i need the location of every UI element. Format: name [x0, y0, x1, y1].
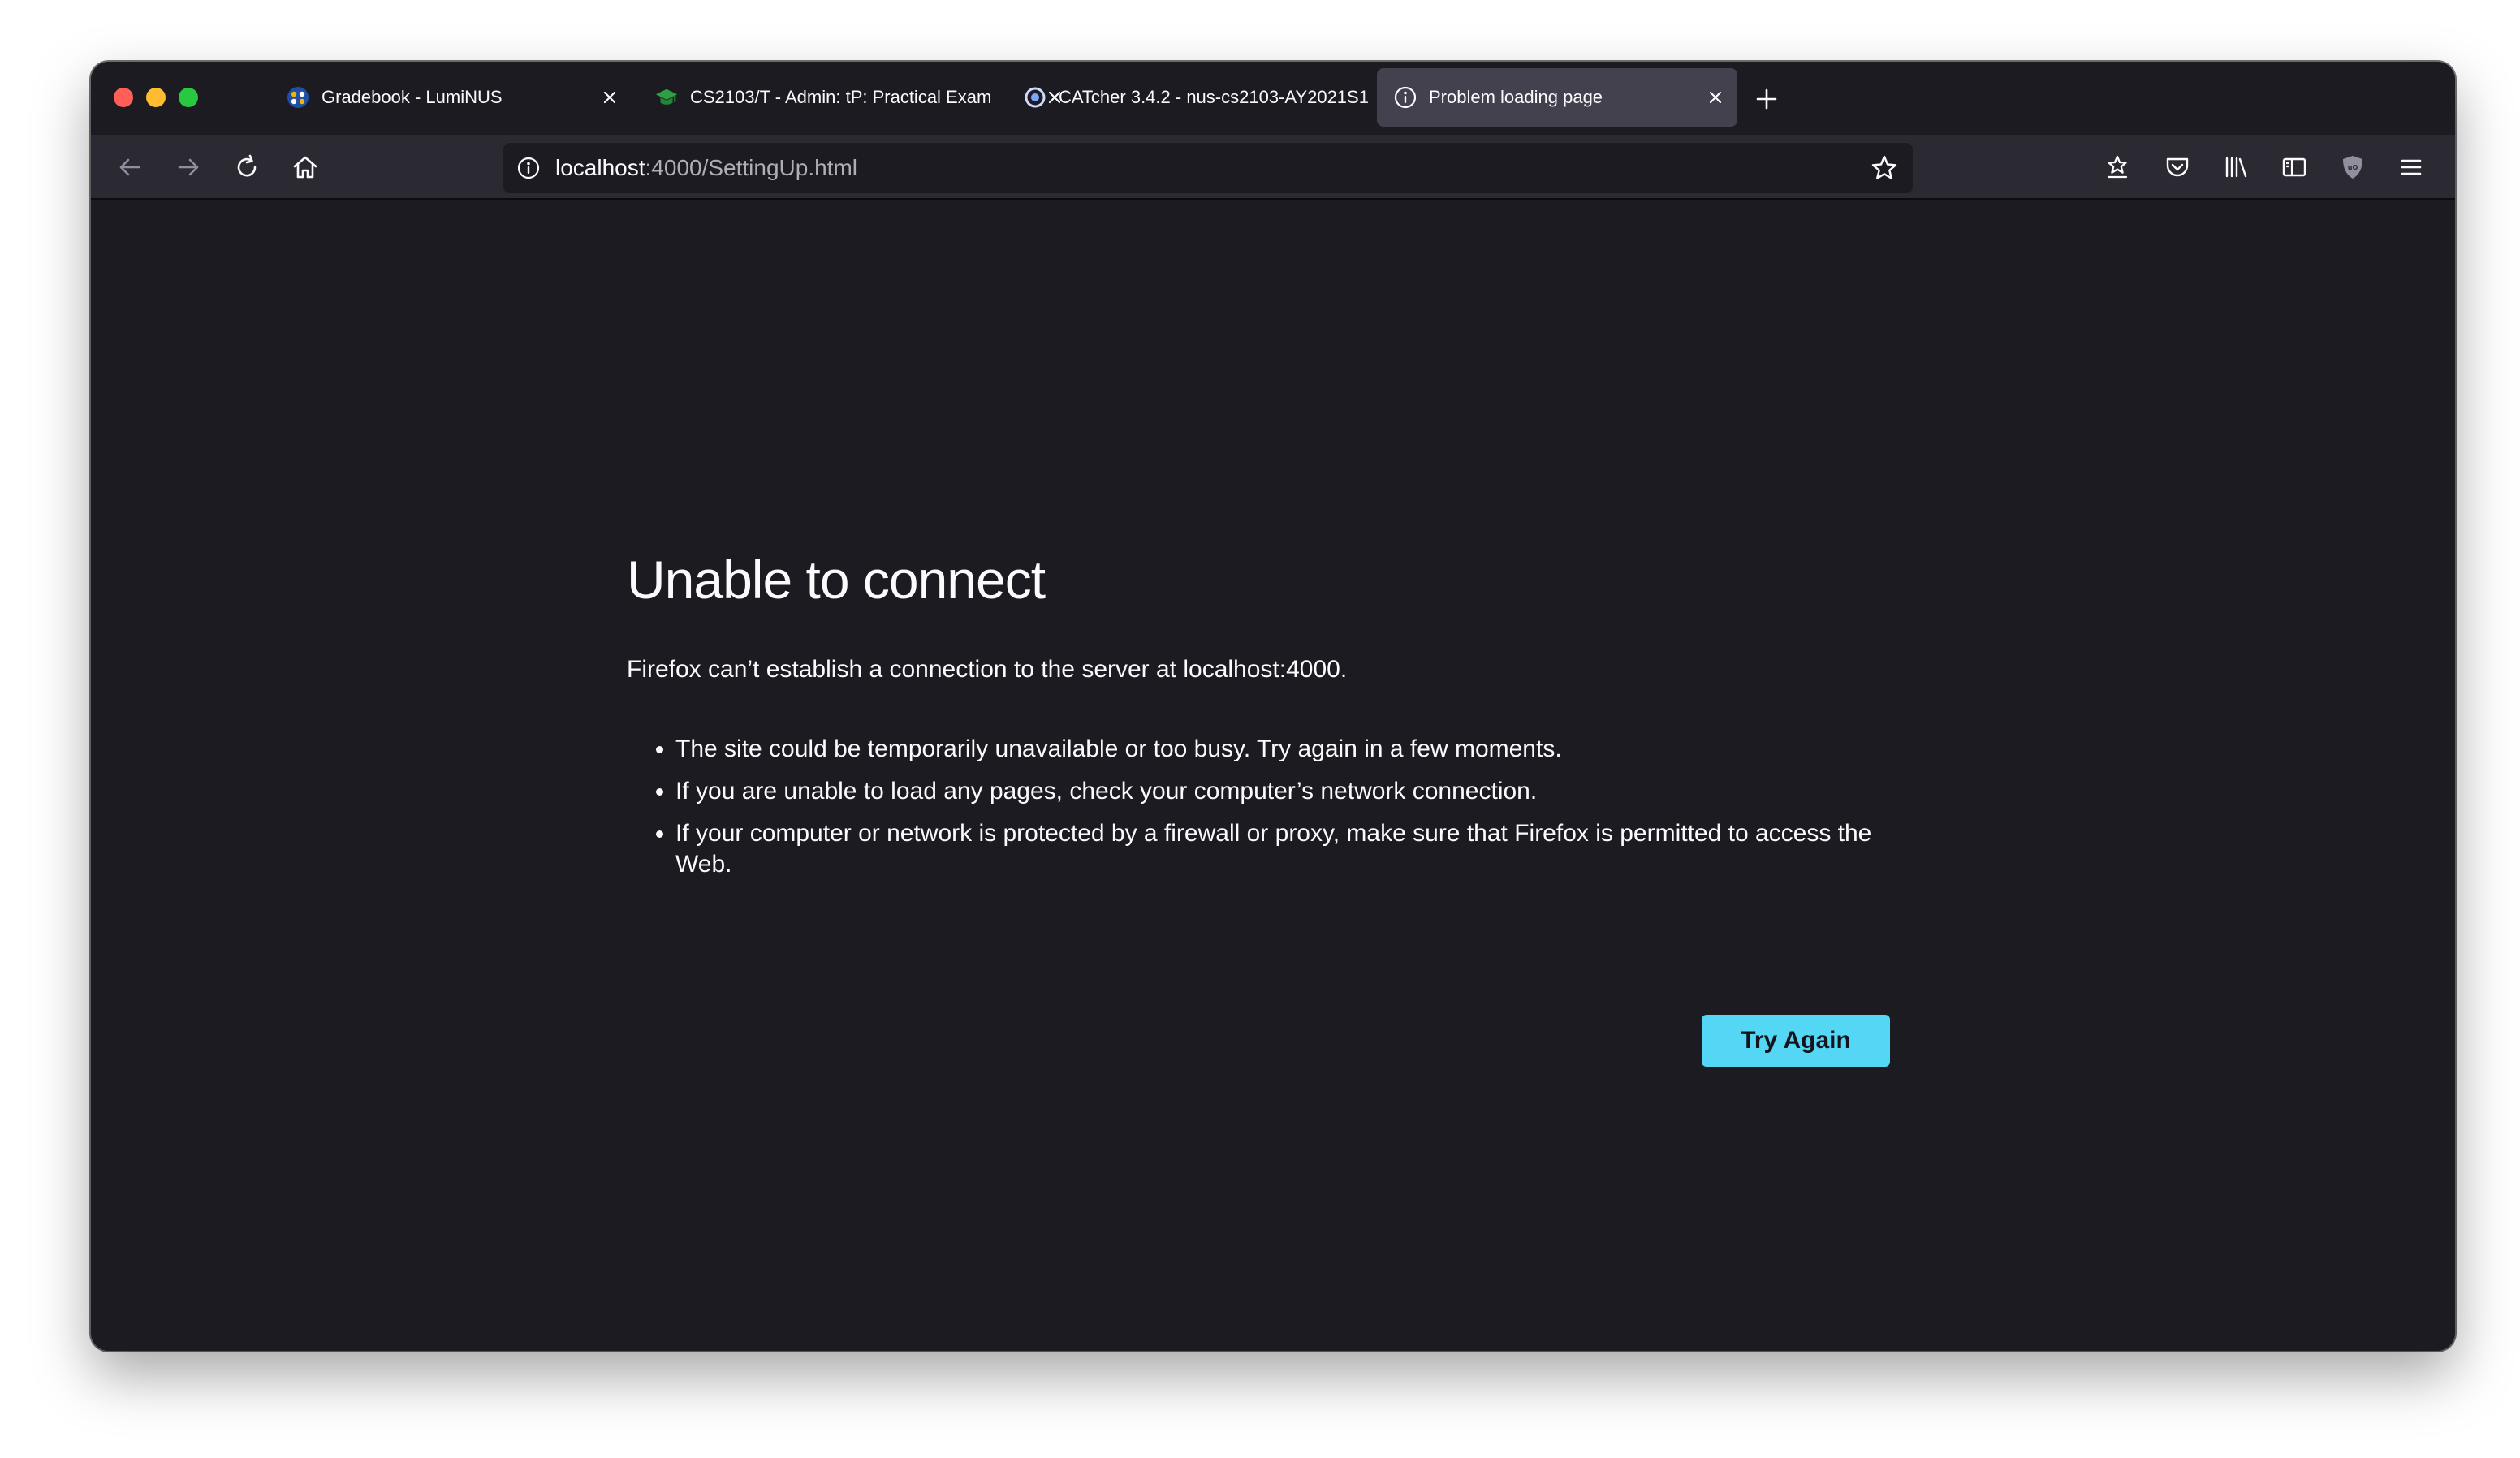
site-info-icon[interactable]	[513, 153, 544, 183]
url-path: :4000/SettingUp.html	[645, 155, 858, 180]
star-list-icon	[2107, 155, 2128, 179]
library-button[interactable]	[2215, 146, 2257, 188]
info-icon	[1393, 85, 1418, 110]
tab-title: Gradebook - LumiNUS	[321, 87, 503, 107]
error-description: Firefox can’t establish a connection to …	[627, 656, 1348, 683]
menu-button[interactable]	[2390, 146, 2432, 188]
window-maximize-button[interactable]	[179, 88, 198, 107]
home-button[interactable]	[284, 146, 326, 188]
graduation-cap-icon	[654, 85, 679, 110]
pocket-button[interactable]	[2156, 146, 2199, 188]
tab-title: Problem loading page	[1429, 87, 1603, 107]
list-item: If you are unable to load any pages, che…	[675, 776, 1901, 807]
hamburger-menu-icon	[2401, 159, 2422, 175]
reload-button[interactable]	[226, 146, 268, 188]
close-icon[interactable]	[596, 84, 624, 111]
library-icon	[2225, 157, 2247, 178]
forward-button[interactable]	[167, 146, 209, 188]
catcher-icon	[1023, 85, 1047, 110]
plus-icon	[1756, 88, 1777, 110]
back-button[interactable]	[109, 146, 151, 188]
sidebar-button[interactable]	[2273, 146, 2315, 188]
ublock-shield-icon: uO	[2343, 156, 2362, 179]
list-item: The site could be temporarily unavailabl…	[675, 734, 1901, 765]
try-again-button[interactable]: Try Again	[1702, 1015, 1890, 1067]
pocket-icon	[2166, 157, 2189, 177]
arrow-right-icon	[178, 158, 199, 176]
arrow-left-icon	[119, 158, 140, 176]
url-host: localhost	[555, 155, 645, 180]
url-text[interactable]: localhost:4000/SettingUp.html	[555, 143, 857, 193]
page-content: Unable to connect Firefox can’t establis…	[91, 201, 2455, 1351]
close-icon[interactable]	[1702, 84, 1729, 111]
svg-text:uO: uO	[2348, 164, 2358, 171]
browser-window: Gradebook - LumiNUS CS2103/T - Admin: tP…	[91, 62, 2455, 1351]
new-tab-button[interactable]	[1749, 81, 1784, 117]
luminus-icon	[286, 85, 310, 110]
window-close-button[interactable]	[114, 88, 133, 107]
tab-title: CS2103/T - Admin: tP: Practical Exam	[690, 87, 992, 107]
reader-list-button[interactable]	[2096, 146, 2138, 188]
tab-gradebook[interactable]: Gradebook - LumiNUS	[270, 68, 632, 127]
sidebar-icon	[2282, 157, 2306, 177]
tab-problem-loading[interactable]: Problem loading page	[1377, 68, 1737, 127]
bookmark-star-icon[interactable]	[1867, 151, 1901, 185]
reload-icon	[237, 154, 257, 177]
tab-strip: Gradebook - LumiNUS CS2103/T - Admin: tP…	[91, 62, 2455, 135]
home-icon	[293, 156, 317, 179]
list-item: If your computer or network is protected…	[675, 818, 1901, 880]
address-bar[interactable]: localhost:4000/SettingUp.html	[503, 143, 1913, 193]
error-suggestions-list: The site could be temporarily unavailabl…	[627, 734, 1901, 891]
error-title: Unable to connect	[627, 550, 1046, 610]
tab-title: CATcher 3.4.2 - nus-cs2103-AY2021S1	[1059, 87, 1369, 107]
window-minimize-button[interactable]	[146, 88, 166, 107]
ublock-button[interactable]: uO	[2332, 146, 2374, 188]
navigation-toolbar: localhost:4000/SettingUp.html uO	[91, 135, 2455, 200]
